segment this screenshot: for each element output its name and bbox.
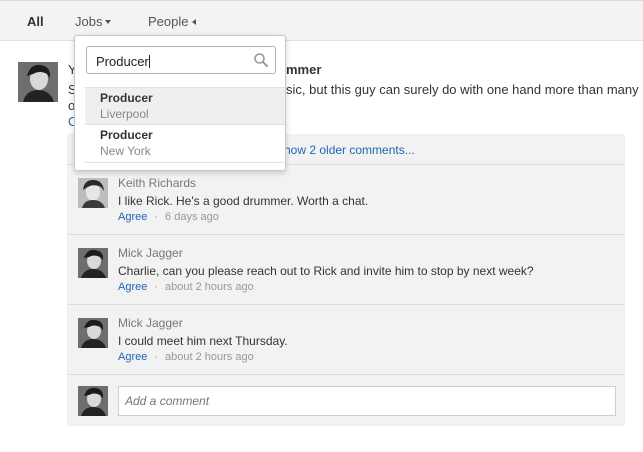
jobs-search-text: Producer bbox=[96, 54, 149, 69]
meta-separator: · bbox=[154, 211, 159, 223]
current-user-avatar bbox=[78, 386, 108, 416]
comment-text: I like Rick. He's a good drummer. Worth … bbox=[118, 194, 369, 208]
comment-text: Charlie, can you please reach out to Ric… bbox=[118, 264, 534, 278]
post-title: mmer bbox=[286, 62, 322, 77]
result-location: Liverpool bbox=[100, 107, 149, 121]
search-icon[interactable] bbox=[253, 52, 269, 68]
comment-meta: Agree · about 2 hours ago bbox=[118, 351, 254, 363]
add-comment-input[interactable] bbox=[118, 386, 616, 416]
tab-jobs[interactable]: Jobs bbox=[75, 14, 112, 29]
comment-time: about 2 hours ago bbox=[165, 351, 254, 363]
tab-jobs-label: Jobs bbox=[75, 14, 103, 29]
jobs-search-dropdown: Producer Producer Liverpool Producer New… bbox=[74, 35, 286, 171]
result-location: New York bbox=[100, 144, 151, 158]
comment-time: about 2 hours ago bbox=[165, 281, 254, 293]
comments-divider bbox=[67, 304, 625, 305]
result-title: Producer bbox=[100, 91, 153, 105]
comment-meta: Agree · about 2 hours ago bbox=[118, 281, 254, 293]
comment-time: 6 days ago bbox=[165, 211, 219, 223]
text-cursor bbox=[148, 55, 150, 68]
search-result-item[interactable]: Producer Liverpool bbox=[85, 87, 285, 125]
comment-author[interactable]: Mick Jagger bbox=[118, 316, 183, 330]
comment-meta: Agree · 6 days ago bbox=[118, 211, 219, 223]
tab-people-label: People bbox=[148, 14, 189, 29]
comment-author[interactable]: Keith Richards bbox=[118, 176, 196, 190]
comments-divider bbox=[67, 374, 625, 375]
tab-people[interactable]: People bbox=[148, 14, 197, 29]
comment-text: I could meet him next Thursday. bbox=[118, 334, 288, 348]
comments-divider bbox=[67, 234, 625, 235]
commenter-avatar[interactable] bbox=[78, 318, 108, 348]
show-older-comments-link[interactable]: how 2 older comments... bbox=[284, 143, 415, 157]
meta-separator: · bbox=[154, 281, 159, 293]
meta-separator: · bbox=[154, 351, 159, 363]
commenter-avatar[interactable] bbox=[78, 178, 108, 208]
agree-link[interactable]: Agree bbox=[118, 211, 147, 223]
post-body: sic, but this guy can surely do with one… bbox=[286, 82, 639, 97]
jobs-search-value: Producer bbox=[96, 54, 150, 69]
agree-link[interactable]: Agree bbox=[118, 281, 147, 293]
search-result-item[interactable]: Producer New York bbox=[85, 125, 285, 163]
post-author-avatar[interactable] bbox=[18, 62, 58, 102]
tab-all[interactable]: All bbox=[27, 14, 44, 29]
comment-author[interactable]: Mick Jagger bbox=[118, 246, 183, 260]
caret-left-icon bbox=[192, 18, 197, 25]
caret-down-icon bbox=[105, 19, 112, 24]
commenter-avatar[interactable] bbox=[78, 248, 108, 278]
result-title: Producer bbox=[100, 128, 153, 142]
jobs-search-input[interactable]: Producer bbox=[86, 46, 276, 74]
agree-link[interactable]: Agree bbox=[118, 351, 147, 363]
